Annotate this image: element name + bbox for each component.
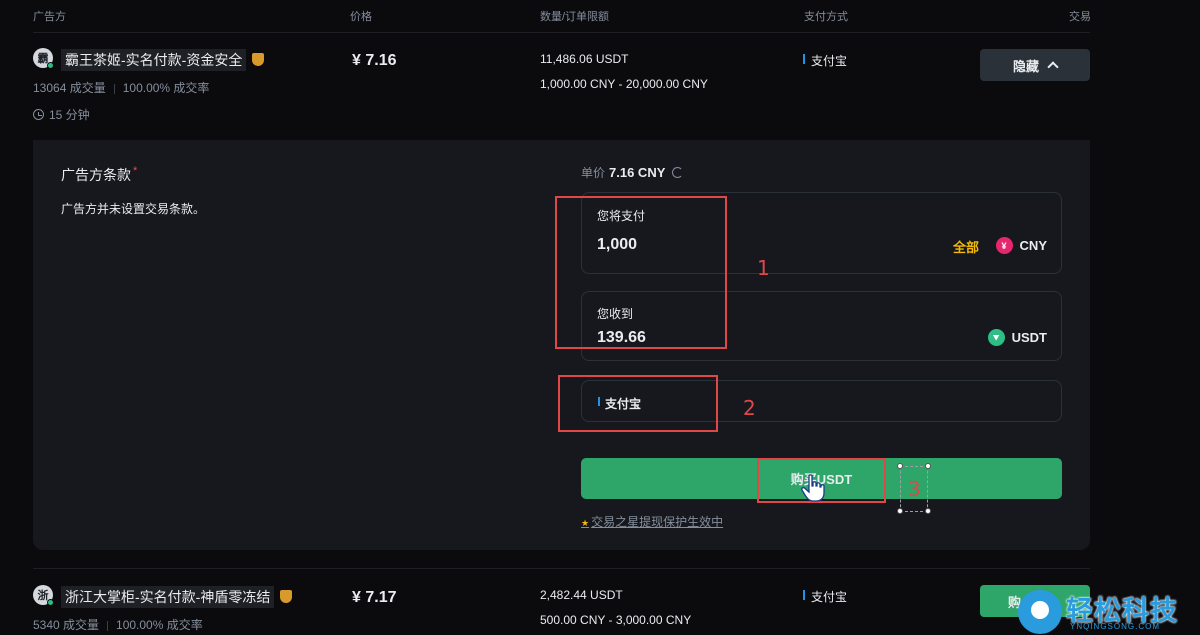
receive-currency-label: USDT [1011,330,1047,345]
annotation-number-1: 1 [757,256,770,280]
divider [33,32,1090,33]
watermark-subtext: YNQINGSONG.COM [1070,622,1161,631]
refresh-icon[interactable] [672,167,684,178]
completion-rate: 100.00% 成交率 [122,81,210,95]
table-header: 广告方 价格 数量/订单限额 支付方式 交易 [0,0,1200,30]
advertiser-stats: 5340 成交量 100.00% 成交率 [33,616,203,633]
hand-cursor-icon [801,474,825,502]
selection-handle [897,463,903,469]
payment-method: 支付宝 [803,52,847,69]
header-payment: 支付方式 [804,11,848,23]
order-limit: 1,000.00 CNY - 20,000.00 CNY [540,77,708,91]
star-icon: ★ [581,518,590,528]
separator [107,620,109,631]
unit-price-label: 单价 [581,166,606,180]
available-amount: 2,482.44 USDT [540,588,623,602]
pay-currency-label: CNY [1019,238,1047,253]
clock-icon [33,109,44,120]
merchant-badge-icon [280,590,292,603]
watermark-logo: 轻松科技 YNQINGSONG.COM [1018,588,1200,635]
header-price: 价格 [350,11,372,23]
price: ¥ 7.17 [352,589,397,606]
terms-text: 广告方并未设置交易条款。 [61,202,206,216]
completion-rate: 100.00% 成交率 [116,618,203,632]
unit-price: 单价 7.16 CNY [581,164,684,181]
advertiser-name[interactable]: 霸王茶姬-实名付款-资金安全 [61,49,247,71]
receive-currency: USDT [987,329,1047,346]
all-button[interactable]: 全部 [953,237,979,256]
price: ¥ 7.16 [352,52,397,69]
annotation-box-1 [555,196,727,349]
watermark-icon [1018,590,1062,634]
selection-handle [897,508,903,514]
annotation-number-3: 3 [908,477,921,501]
usdt-icon [987,329,1005,346]
advertiser-name[interactable]: 浙江大掌柜-实名付款-神盾零冻结 [61,586,275,608]
terms-title: 广告方条款 * [61,165,137,185]
annotation-number-2: 2 [743,396,756,420]
order-limit: 500.00 CNY - 3,000.00 CNY [540,613,692,627]
selection-handle [925,463,931,469]
avatar[interactable]: 霸 [33,48,54,69]
payment-time: 15 分钟 [33,106,90,123]
pay-currency: ¥ CNY [995,237,1047,254]
divider [33,568,1090,569]
header-quantity: 数量/订单限额 [540,11,610,23]
annotation-box-2 [558,375,718,432]
available-amount: 11,486.06 USDT [540,52,629,66]
merchant-badge-icon [252,53,264,66]
protection-notice[interactable]: ★ 交易之星提现保护生效中 [581,513,723,530]
unit-price-value: 7.16 CNY [609,165,666,180]
separator [113,83,115,94]
avatar[interactable]: 浙 [33,585,54,606]
advertiser-stats: 13064 成交量 100.00% 成交率 [33,79,209,96]
trade-count: 5340 成交量 [33,618,100,632]
hide-label: 隐藏 [1012,58,1039,74]
required-mark: * [133,165,138,177]
terms-title-text: 广告方条款 [61,167,131,183]
online-dot [47,599,54,606]
protection-notice-text: 交易之星提现保护生效中 [591,515,724,529]
chevron-up-icon [1047,61,1059,73]
header-trade: 交易 [1069,11,1091,23]
payment-method: 支付宝 [803,588,847,605]
trade-count: 13064 成交量 [33,81,106,95]
hide-button[interactable]: 隐藏 [980,49,1090,81]
selection-handle [925,508,931,514]
cny-icon: ¥ [995,237,1013,254]
header-advertiser: 广告方 [33,11,66,23]
payment-time-text: 15 分钟 [49,108,90,122]
online-dot [47,62,54,69]
